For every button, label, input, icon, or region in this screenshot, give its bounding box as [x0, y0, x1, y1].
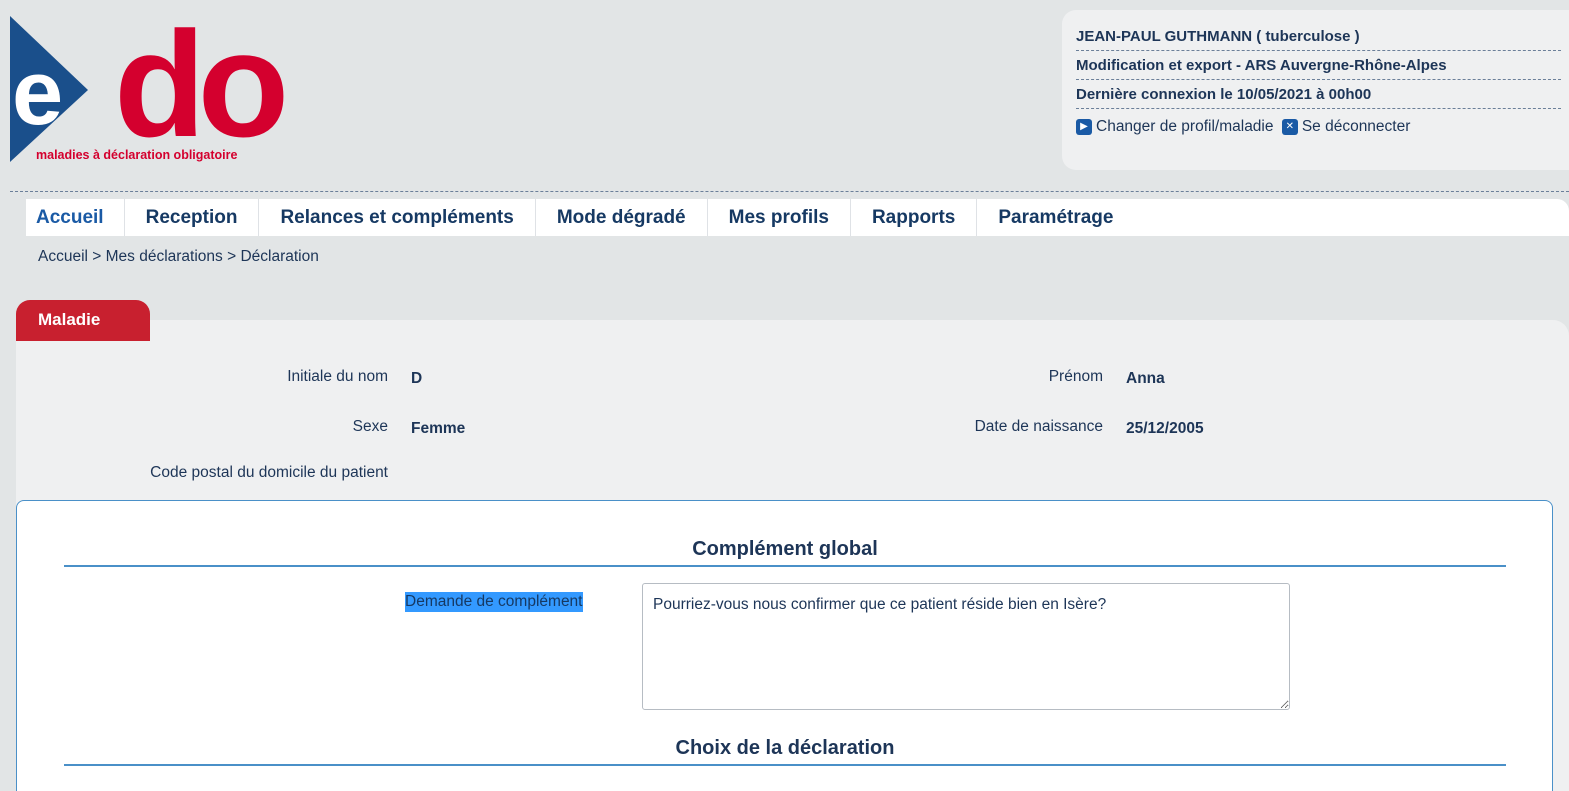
- nav-item-reception[interactable]: Reception: [125, 199, 260, 236]
- change-profile-link[interactable]: ▶ Changer de profil/maladie: [1076, 111, 1274, 143]
- close-icon: ✕: [1281, 119, 1298, 135]
- sexe-value: Femme: [411, 420, 466, 437]
- edo-logo[interactable]: e do maladies à déclaration obligatoire: [10, 14, 310, 174]
- logo-e: e: [12, 42, 63, 144]
- prenom-value: Anna: [1126, 370, 1165, 387]
- nav-item-rapports[interactable]: Rapports: [851, 199, 978, 236]
- user-role: Modification et export - ARS Auvergne-Rh…: [1076, 51, 1561, 80]
- user-panel: JEAN-PAUL GUTHMANN ( tuberculose ) Modif…: [1062, 10, 1569, 170]
- breadcrumb: Accueil > Mes déclarations > Déclaration: [38, 248, 319, 265]
- dob-label: Date de naissance: [974, 418, 1103, 435]
- nav-item-parametrage[interactable]: Paramétrage: [977, 199, 1134, 236]
- nav-item-mes-profils[interactable]: Mes profils: [708, 199, 851, 236]
- logo-do: do: [114, 14, 284, 168]
- last-login: Dernière connexion le 10/05/2021 à 00h00: [1076, 80, 1561, 109]
- user-actions: ▶ Changer de profil/maladie ✕ Se déconne…: [1076, 109, 1569, 141]
- choix-title: Choix de la déclaration: [64, 737, 1506, 766]
- sexe-label: Sexe: [352, 418, 388, 435]
- dob-value: 25/12/2005: [1126, 420, 1204, 437]
- change-profile-label: Changer de profil/maladie: [1096, 118, 1274, 135]
- header-divider: [10, 191, 1569, 192]
- complement-request-field[interactable]: Pourriez-vous nous confirmer que ce pati…: [642, 583, 1290, 710]
- complement-request-label: Demande de complément: [405, 592, 583, 612]
- logo-tagline: maladies à déclaration obligatoire: [36, 148, 238, 162]
- logout-link[interactable]: ✕ Se déconnecter: [1281, 111, 1411, 143]
- complement-title: Complément global: [64, 538, 1506, 567]
- initial-label: Initiale du nom: [287, 368, 388, 385]
- nav-item-relances[interactable]: Relances et compléments: [259, 199, 536, 236]
- prenom-label: Prénom: [1048, 368, 1103, 385]
- nav-item-mode-degrade[interactable]: Mode dégradé: [536, 199, 708, 236]
- play-arrow-icon: ▶: [1076, 119, 1092, 135]
- initial-value: D: [411, 370, 423, 387]
- maladie-tab[interactable]: Maladie: [16, 300, 150, 341]
- user-name: JEAN-PAUL GUTHMANN ( tuberculose ): [1076, 22, 1561, 51]
- postal-label: Code postal du domicile du patient: [150, 464, 388, 481]
- nav-item-accueil[interactable]: Accueil: [26, 199, 125, 236]
- main-nav: Accueil Reception Relances et complément…: [26, 199, 1569, 236]
- logout-label: Se déconnecter: [1301, 118, 1411, 135]
